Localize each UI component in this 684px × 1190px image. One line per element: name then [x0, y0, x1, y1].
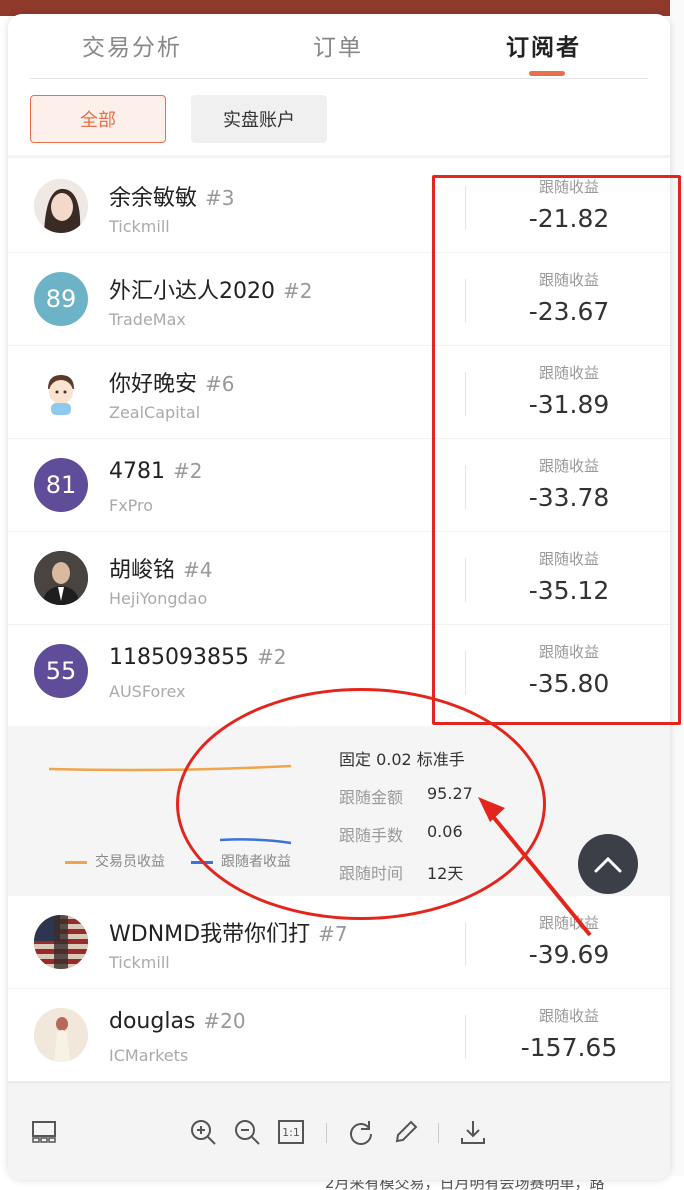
return-label: 跟随收益	[538, 914, 599, 932]
name-text: douglas	[109, 1009, 196, 1034]
broker-name: ZealCapital	[109, 403, 201, 422]
return-value: -39.69	[528, 940, 610, 969]
toolbar-separator	[438, 1123, 439, 1143]
actual-size-icon[interactable]: 1:1	[278, 1120, 304, 1144]
avatar: 81	[34, 458, 88, 512]
divider	[8, 155, 670, 158]
actual-size-label: 1:1	[282, 1125, 300, 1139]
rank: #2	[173, 459, 203, 483]
flag-avatar-icon	[34, 915, 88, 969]
cartoon-avatar-icon	[34, 365, 88, 419]
name-text: WDNMD我带你们打	[109, 922, 311, 947]
filter-real-account-button[interactable]: 实盘账户	[191, 95, 327, 143]
active-tab-indicator	[529, 71, 565, 76]
name-text: 你好晚安	[109, 372, 198, 397]
tab-subscribers[interactable]: 订阅者	[506, 28, 581, 62]
annotation-rectangle	[432, 175, 681, 725]
broker-name: ICMarkets	[109, 1046, 189, 1065]
legend-label: 交易员收益	[95, 854, 165, 870]
return-label: 跟随收益	[538, 1007, 599, 1025]
broker-name: Tickmill	[109, 217, 170, 236]
broker-name: TradeMax	[109, 310, 186, 329]
toolbar-separator	[326, 1123, 327, 1143]
download-icon[interactable]	[459, 1118, 487, 1146]
rank: #4	[183, 558, 213, 582]
name-text: 余余敏敏	[109, 186, 198, 211]
viewer-toolbar: 1:1	[8, 1082, 670, 1180]
subscriber-name: douglas #20	[109, 1009, 246, 1034]
name-text: 胡峻铭	[109, 558, 176, 583]
profile-photo-icon	[34, 551, 88, 605]
name-text: 4781	[109, 459, 165, 484]
rank: #3	[205, 186, 235, 210]
divider	[30, 78, 648, 79]
subscriber-name: 余余敏敏 #3	[109, 180, 235, 212]
filter-all-button[interactable]: 全部	[30, 95, 166, 143]
screenshot-root: 2月采有模交易，日月明有会场赛明单，路 交易分析 订单 订阅者 全部 实盘账户 …	[0, 0, 684, 1190]
layout-icon[interactable]	[30, 1118, 58, 1146]
subscriber-name: 外汇小达人2020 #2	[109, 273, 312, 305]
rank: #2	[283, 279, 313, 303]
edit-pen-icon[interactable]	[392, 1118, 420, 1146]
legend-swatch	[65, 860, 87, 864]
return-value: -157.65	[520, 1033, 618, 1062]
profile-photo-icon	[34, 1008, 88, 1062]
subscriber-name: 4781 #2	[109, 459, 202, 484]
scroll-to-top-button[interactable]	[578, 834, 638, 894]
subscriber-name: WDNMD我带你们打 #7	[109, 916, 348, 948]
avatar	[34, 551, 88, 605]
avatar	[34, 1008, 88, 1062]
divider	[465, 1015, 466, 1059]
annotation-ellipse	[176, 688, 546, 920]
name-text: 外汇小达人2020	[109, 279, 275, 304]
tab-bar: 交易分析 订单 订阅者	[8, 14, 670, 78]
avatar: 89	[34, 272, 88, 326]
broker-name: AUSForex	[109, 682, 186, 701]
avatar: 55	[34, 644, 88, 698]
subscriber-name: 1185093855 #2	[109, 645, 286, 670]
tab-trade-analysis[interactable]: 交易分析	[82, 28, 182, 62]
rank: #7	[318, 922, 348, 946]
avatar	[34, 915, 88, 969]
avatar	[34, 365, 88, 419]
profile-photo-icon	[34, 179, 88, 233]
legend-trader: 交易员收益	[65, 851, 165, 871]
broker-name: Tickmill	[109, 953, 170, 972]
name-text: 1185093855	[109, 645, 249, 670]
rotate-icon[interactable]	[347, 1118, 375, 1146]
rank: #20	[203, 1009, 246, 1033]
broker-name: HejiYongdao	[109, 589, 208, 608]
zoom-out-icon[interactable]	[233, 1118, 261, 1146]
zoom-in-icon[interactable]	[189, 1118, 217, 1146]
tab-orders[interactable]: 订单	[313, 28, 363, 62]
subscriber-name: 你好晚安 #6	[109, 366, 235, 398]
divider	[465, 922, 466, 966]
subscriber-row[interactable]: douglas #20 ICMarkets 跟随收益 -157.65	[8, 989, 670, 1082]
subscriber-name: 胡峻铭 #4	[109, 552, 213, 584]
avatar	[34, 179, 88, 233]
chevron-up-icon	[594, 856, 622, 873]
broker-name: FxPro	[109, 496, 154, 515]
rank: #6	[205, 372, 235, 396]
rank: #2	[256, 645, 287, 669]
